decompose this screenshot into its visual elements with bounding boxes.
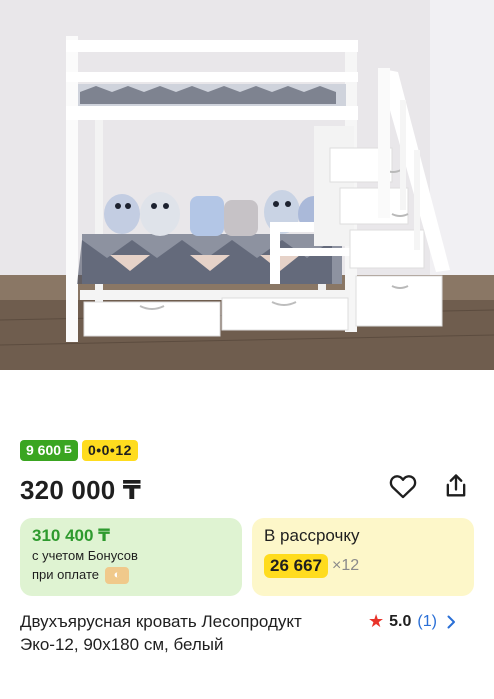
bonus-price: 310 400 ₸ — [32, 526, 111, 545]
product-image[interactable] — [0, 0, 494, 370]
share-button[interactable] — [440, 470, 472, 502]
bonus-payment-note: при оплате ◐ — [32, 565, 230, 585]
bonus-amount: 9 600 — [26, 442, 62, 458]
review-count: (1) — [417, 612, 437, 630]
favorite-button[interactable] — [387, 470, 419, 502]
rating-link[interactable]: ★ 5.0 (1) — [368, 610, 456, 633]
bonus-badge: 9 600 Б — [20, 440, 78, 461]
installment-months: ×12 — [332, 557, 360, 574]
share-icon — [446, 474, 466, 497]
bonus-price-card[interactable]: 310 400 ₸ с учетом Бонусов при оплате ◐ — [20, 518, 242, 596]
heart-icon — [389, 475, 417, 499]
chevron-right-icon — [447, 615, 456, 629]
bonus-payment-text: при оплате — [32, 567, 99, 582]
product-price: 320 000 ₸ — [20, 475, 142, 505]
promo-badges: 9 600 Б 0•0•12 — [20, 440, 138, 461]
product-title: Двухъярусная кровать Лесопродукт Эко-12,… — [20, 612, 302, 654]
bonus-note: с учетом Бонусов — [32, 548, 138, 563]
bonus-currency: Б — [64, 444, 72, 456]
rating-value: 5.0 — [389, 612, 412, 630]
kaspi-pay-icon: ◐ — [104, 567, 129, 585]
installment-row: 26 667 ×12 — [264, 554, 462, 578]
star-icon: ★ — [368, 611, 385, 631]
installment-amount: 26 667 — [264, 554, 328, 578]
installment-badge: 0•0•12 — [81, 440, 138, 461]
installment-title: В рассрочку — [264, 526, 360, 545]
installment-card[interactable]: В рассрочку 26 667 ×12 — [252, 518, 474, 596]
